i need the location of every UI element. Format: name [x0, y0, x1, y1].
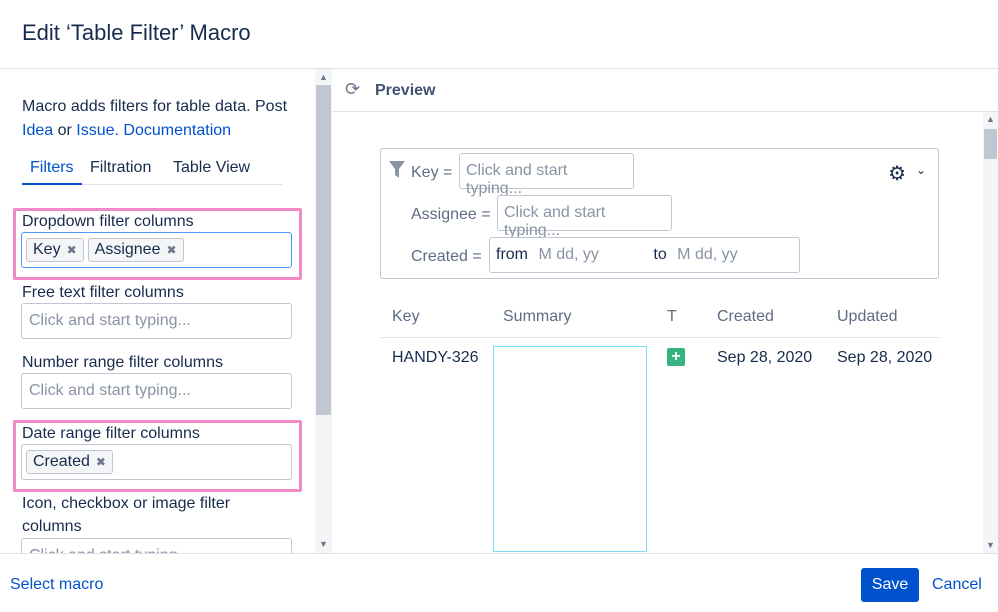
select-macro-link[interactable]: Select macro — [10, 576, 103, 594]
date-range-filter-label: Date range filter columns — [22, 425, 200, 442]
gear-icon[interactable]: ⚙ — [888, 161, 906, 186]
preview-scroll-down-icon[interactable]: ▼ — [986, 540, 995, 550]
documentation-link[interactable]: Documentation — [123, 122, 231, 139]
description-text: Macro adds filters for table data. Post — [22, 98, 288, 115]
icon-filter-label-line1: Icon, checkbox or image filter — [22, 495, 231, 512]
row-updated: Sep 28, 2020 — [837, 349, 933, 366]
macro-settings-panel: Macro adds filters for table data. Post … — [0, 69, 332, 553]
from-label: from — [496, 246, 528, 263]
to-label: to — [653, 246, 667, 263]
refresh-icon[interactable]: ⟳ — [345, 79, 360, 100]
settings-tabs: Filters Filtration Table View — [22, 159, 282, 185]
from-date-field[interactable]: M dd, yy — [538, 246, 598, 263]
remove-assignee-icon[interactable]: ✖ — [166, 243, 176, 257]
row-key-link[interactable]: HANDY-326 — [392, 349, 479, 367]
dialog-header: Edit ‘Table Filter’ Macro — [0, 0, 998, 69]
created-filter-label: Created = — [411, 248, 482, 265]
scroll-down-arrow-icon[interactable]: ▼ — [319, 539, 328, 549]
chevron-down-icon[interactable]: ⌄ — [916, 163, 926, 177]
or-text: or — [57, 122, 72, 139]
table-header-divider — [380, 337, 939, 338]
free-text-filter-input[interactable]: Click and start typing... — [21, 303, 292, 339]
chip-key: Key ✖ — [26, 238, 84, 262]
chip-created-label: Created — [33, 453, 90, 470]
preview-scrollbar[interactable]: ▲ ▼ — [983, 112, 998, 553]
chip-assignee-label: Assignee — [94, 241, 161, 258]
free-text-filter-label: Free text filter columns — [22, 284, 184, 301]
created-date-range-input[interactable]: from M dd, yy to M dd, yy — [489, 237, 800, 273]
tab-filtration[interactable]: Filtration — [82, 159, 159, 185]
preview-title: Preview — [375, 82, 436, 99]
preview-header: ⟳ Preview — [333, 69, 998, 112]
row-summary-cell — [493, 346, 647, 552]
assignee-filter-label: Assignee = — [411, 206, 491, 223]
number-range-filter-label: Number range filter columns — [22, 354, 223, 371]
header-summary[interactable]: Summary — [503, 308, 571, 326]
chip-assignee: Assignee ✖ — [87, 238, 184, 262]
header-created[interactable]: Created — [717, 308, 774, 326]
icon-filter-input[interactable]: Click and start typing... — [21, 538, 292, 553]
chip-key-label: Key — [33, 241, 61, 258]
header-updated[interactable]: Updated — [837, 308, 898, 326]
left-scrollbar[interactable]: ▲ ▼ — [315, 69, 332, 553]
row-created: Sep 28, 2020 — [717, 349, 813, 366]
left-scroll-thumb[interactable] — [316, 85, 331, 415]
preview-scroll-up-icon[interactable]: ▲ — [986, 114, 995, 124]
remove-created-icon[interactable]: ✖ — [96, 455, 106, 469]
header-type[interactable]: T — [667, 308, 677, 326]
cancel-button[interactable]: Cancel — [932, 576, 982, 594]
filter-panel: Key = Click and start typing... Assignee… — [380, 148, 939, 279]
remove-key-icon[interactable]: ✖ — [67, 243, 77, 257]
macro-description: Macro adds filters for table data. Post … — [22, 95, 312, 143]
to-date-field[interactable]: M dd, yy — [677, 246, 737, 263]
header-key[interactable]: Key — [392, 308, 420, 326]
save-button[interactable]: Save — [861, 568, 919, 602]
scroll-up-arrow-icon[interactable]: ▲ — [319, 72, 328, 82]
dialog-title: Edit ‘Table Filter’ Macro — [22, 20, 251, 45]
funnel-icon — [389, 161, 405, 178]
idea-link[interactable]: Idea — [22, 122, 53, 139]
chip-created: Created ✖ — [26, 450, 113, 474]
tab-table-view[interactable]: Table View — [165, 159, 258, 185]
tab-filters[interactable]: Filters — [22, 159, 82, 185]
preview-scroll-thumb[interactable] — [984, 129, 997, 159]
icon-filter-label-line2: columns — [22, 518, 82, 535]
dropdown-filter-label: Dropdown filter columns — [22, 213, 194, 230]
dropdown-filter-input[interactable]: Key ✖ Assignee ✖ — [21, 232, 292, 268]
number-range-filter-input[interactable]: Click and start typing... — [21, 373, 292, 409]
key-filter-input[interactable]: Click and start typing... — [459, 153, 634, 197]
key-filter-label: Key = — [411, 164, 453, 181]
issue-link[interactable]: Issue. — [76, 122, 119, 139]
plus-square-icon: + — [667, 348, 685, 366]
dialog-footer: Select macro Save Cancel — [0, 553, 998, 612]
assignee-filter-input[interactable]: Click and start typing... — [497, 195, 672, 239]
date-range-filter-input[interactable]: Created ✖ — [21, 444, 292, 480]
